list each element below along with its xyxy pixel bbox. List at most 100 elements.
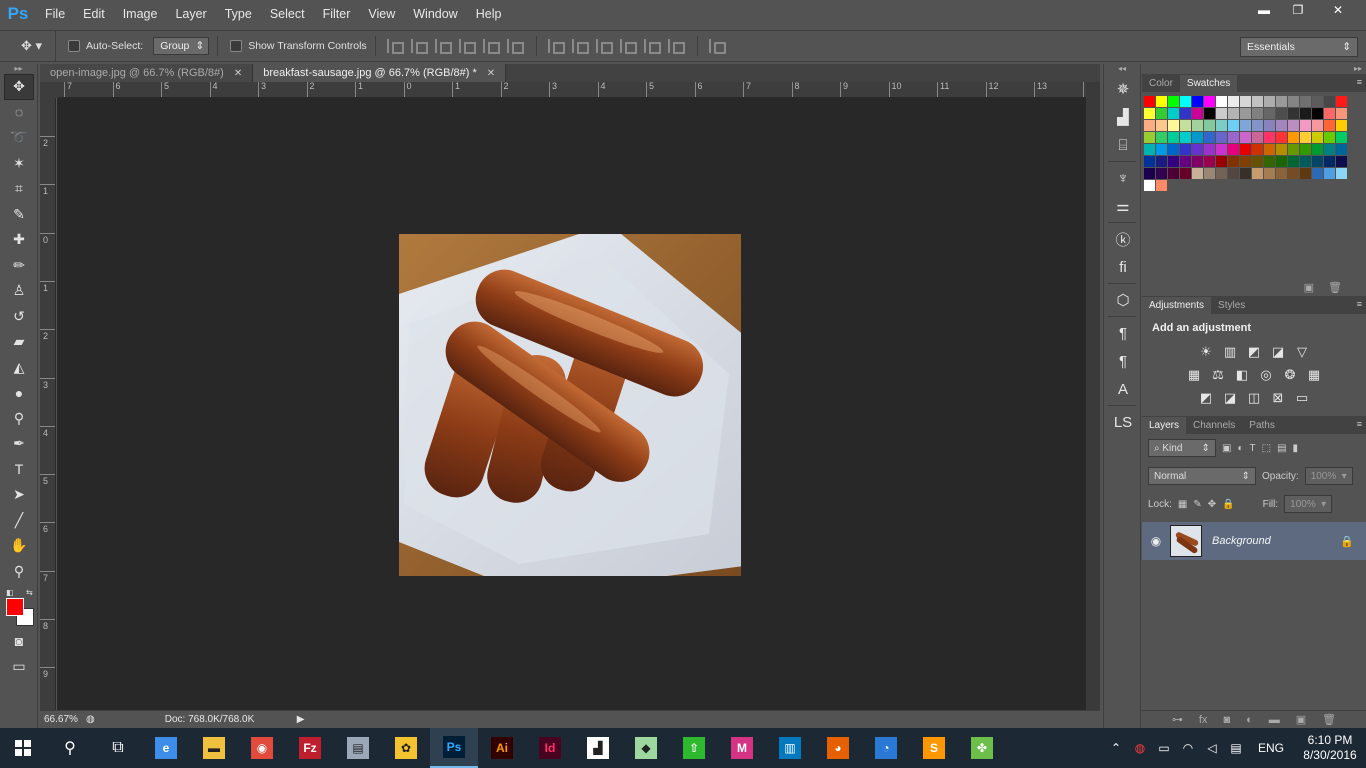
panel-menu-icon[interactable]: ≡ (1357, 419, 1362, 429)
swatch[interactable] (1192, 96, 1203, 107)
collapse-icon[interactable]: ◂◂ (1104, 64, 1140, 74)
auto-align-icon[interactable] (708, 39, 727, 54)
type-tool-icon[interactable]: T (4, 457, 34, 483)
swatch[interactable] (1240, 168, 1251, 179)
swatch[interactable] (1324, 168, 1335, 179)
swatch[interactable] (1288, 144, 1299, 155)
menu-window[interactable]: Window (404, 0, 466, 28)
swatch[interactable] (1288, 132, 1299, 143)
delete-layer-icon[interactable]: 🗑 (1322, 713, 1336, 726)
tool-presets-icon[interactable]: ♆ (1104, 165, 1142, 191)
swatch[interactable] (1204, 132, 1215, 143)
swatch[interactable] (1216, 144, 1227, 155)
volume-icon[interactable]: ◁ (1200, 741, 1224, 755)
dodge-tool-icon[interactable]: ⚲ (4, 406, 34, 432)
swatch[interactable] (1300, 120, 1311, 131)
swatch[interactable] (1252, 120, 1263, 131)
swatch[interactable] (1264, 144, 1275, 155)
swatch[interactable] (1252, 144, 1263, 155)
swatch[interactable] (1276, 120, 1287, 131)
swatch[interactable] (1252, 156, 1263, 167)
swatch[interactable] (1324, 108, 1335, 119)
swatch[interactable] (1228, 108, 1239, 119)
swatch[interactable] (1312, 120, 1323, 131)
navigator-icon[interactable]: ✵ (1104, 76, 1142, 102)
marquee-tool-icon[interactable]: ◌ (4, 100, 34, 126)
swatch[interactable] (1288, 168, 1299, 179)
align-right-icon[interactable] (506, 39, 525, 54)
align-top-icon[interactable] (386, 39, 405, 54)
blend-mode-dropdown[interactable]: Normal ⇕ (1148, 467, 1256, 485)
zoom-tool-icon[interactable]: ⚲ (4, 559, 34, 585)
taskbar-folder-app-icon[interactable]: ◆ (622, 728, 670, 768)
swatch[interactable] (1276, 108, 1287, 119)
kind-filter-dropdown[interactable]: ⌕ Kind ⇕ (1148, 439, 1216, 457)
swatch[interactable] (1228, 144, 1239, 155)
menu-image[interactable]: Image (114, 0, 167, 28)
filter-shape-icon[interactable]: ⬚ (1262, 443, 1271, 454)
collapse-icon[interactable]: ▸▸ (1142, 64, 1366, 74)
align-hcenter-icon[interactable] (482, 39, 501, 54)
swatch[interactable] (1180, 108, 1191, 119)
swatch[interactable] (1300, 144, 1311, 155)
menu-select[interactable]: Select (261, 0, 314, 28)
swatch[interactable] (1180, 96, 1191, 107)
swatch[interactable] (1324, 132, 1335, 143)
swatch[interactable] (1228, 156, 1239, 167)
swatch[interactable] (1324, 120, 1335, 131)
swatch[interactable] (1144, 144, 1155, 155)
swatch[interactable] (1228, 120, 1239, 131)
swatch[interactable] (1156, 168, 1167, 179)
path-selection-tool-icon[interactable]: ➤ (4, 482, 34, 508)
align-vcenter-icon[interactable] (410, 39, 429, 54)
swatch[interactable] (1144, 120, 1155, 131)
brightness-contrast-icon[interactable]: ☀ (1197, 344, 1215, 360)
tab-layers[interactable]: Layers (1142, 417, 1187, 434)
posterize-icon[interactable]: ◪ (1221, 390, 1239, 406)
swatch[interactable] (1264, 132, 1275, 143)
swatch[interactable] (1300, 168, 1311, 179)
taskbar-thunderbird-icon[interactable]: ◔ (862, 728, 910, 768)
threshold-icon[interactable]: ◫ (1245, 390, 1263, 406)
ruler-origin[interactable] (40, 82, 58, 98)
document-info-icon[interactable]: ◍ (86, 714, 95, 725)
swatch[interactable] (1180, 132, 1191, 143)
crop-tool-icon[interactable]: ⌗ (4, 176, 34, 202)
swatch[interactable] (1216, 168, 1227, 179)
swatch[interactable] (1216, 132, 1227, 143)
tab-adjustments[interactable]: Adjustments (1142, 297, 1212, 314)
swatch[interactable] (1180, 156, 1191, 167)
swatch[interactable] (1144, 168, 1155, 179)
color-lookup-icon[interactable]: ▦ (1305, 367, 1323, 383)
swatch[interactable] (1276, 168, 1287, 179)
swatch[interactable] (1252, 168, 1263, 179)
notification-icon[interactable]: ▤ (1224, 741, 1248, 755)
swatch[interactable] (1336, 120, 1347, 131)
paragraph-styles-icon[interactable]: ¶ (1104, 348, 1142, 374)
swatch[interactable] (1204, 120, 1215, 131)
swatch[interactable] (1216, 120, 1227, 131)
swatch[interactable] (1276, 156, 1287, 167)
auto-select-checkbox[interactable] (68, 40, 80, 52)
swatch[interactable] (1180, 168, 1191, 179)
eyedropper-tool-icon[interactable]: ✎ (4, 202, 34, 228)
character-icon[interactable]: A (1104, 376, 1142, 402)
close-tab-icon[interactable]: ✕ (487, 68, 495, 79)
line-tool-icon[interactable]: ╱ (4, 508, 34, 534)
black-white-icon[interactable]: ◧ (1233, 367, 1251, 383)
swatch[interactable] (1180, 120, 1191, 131)
swatch[interactable] (1156, 132, 1167, 143)
blur-tool-icon[interactable]: ● (4, 380, 34, 406)
lasso-tool-icon[interactable]: ➰ (4, 125, 34, 151)
lock-all-icon[interactable]: 🔒 (1222, 499, 1234, 510)
distribute-vcenter-icon[interactable] (571, 39, 590, 54)
workspace-dropdown[interactable]: Essentials ⇕ (1240, 37, 1358, 57)
swatch[interactable] (1312, 132, 1323, 143)
filter-toggle-icon[interactable]: ▮ (1293, 443, 1299, 454)
swatch[interactable] (1312, 96, 1323, 107)
swatch[interactable] (1240, 132, 1251, 143)
filter-adjustment-icon[interactable]: ◐ (1237, 443, 1243, 454)
adobe-cloud-icon[interactable]: ◍ (1128, 741, 1152, 755)
fx-icon[interactable]: fx (1199, 714, 1208, 726)
swatch[interactable] (1264, 168, 1275, 179)
